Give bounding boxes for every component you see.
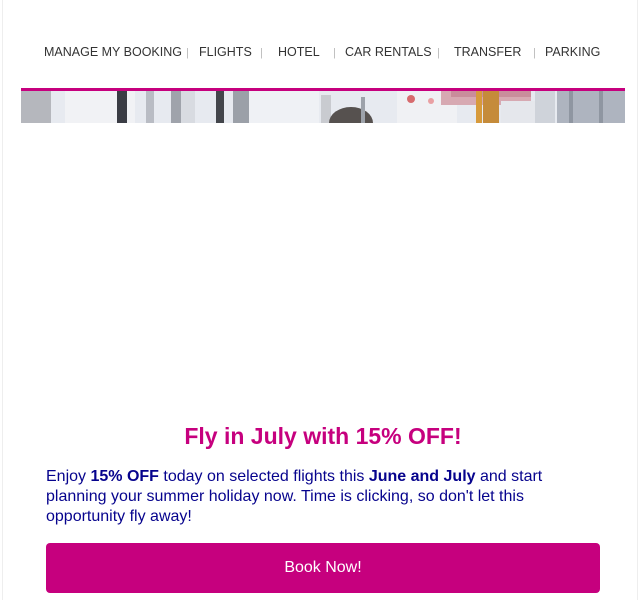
- nav-separator: |: [260, 47, 263, 59]
- nav-car-rentals[interactable]: CAR RENTALS: [345, 44, 432, 60]
- hero-photo-strip: [21, 91, 625, 123]
- nav-parking[interactable]: PARKING: [545, 44, 600, 60]
- promo-body: Enjoy 15% OFF today on selected flights …: [46, 467, 606, 527]
- nav-separator: |: [333, 47, 336, 59]
- email-frame: MANAGE MY BOOKING | FLIGHTS | HOTEL | CA…: [2, 0, 638, 600]
- nav-separator: |: [186, 47, 189, 59]
- promo-headline: Fly in July with 15% OFF!: [184, 423, 462, 449]
- book-now-button[interactable]: Book Now!: [46, 543, 600, 593]
- promo-months: June and July: [368, 468, 476, 485]
- nav-manage-my-booking[interactable]: MANAGE MY BOOKING: [44, 44, 182, 60]
- promo-body-text: Enjoy: [46, 468, 91, 485]
- nav-transfer[interactable]: TRANSFER: [454, 44, 521, 60]
- promo-discount: 15% OFF: [90, 468, 159, 485]
- nav-separator: |: [437, 47, 440, 59]
- nav-hotel[interactable]: HOTEL: [278, 44, 320, 60]
- nav-flights[interactable]: FLIGHTS: [199, 44, 252, 60]
- hero-image: [21, 88, 625, 123]
- top-nav: MANAGE MY BOOKING | FLIGHTS | HOTEL | CA…: [3, 44, 640, 60]
- promo-body-text: today on selected flights this: [158, 468, 369, 485]
- nav-separator: |: [533, 47, 536, 59]
